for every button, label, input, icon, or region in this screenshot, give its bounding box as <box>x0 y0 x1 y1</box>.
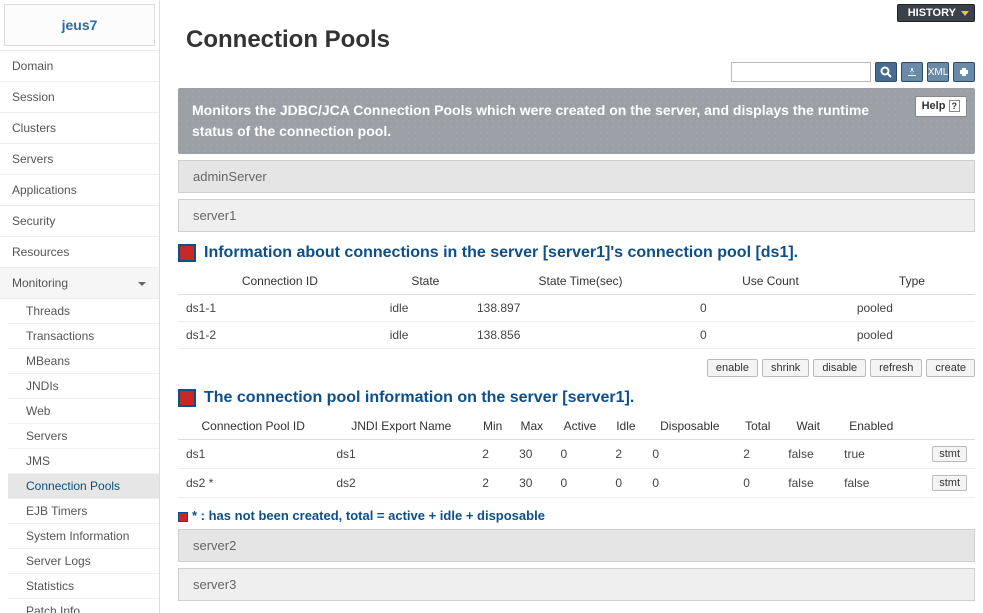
sub-patch-info[interactable]: Patch Info <box>8 599 159 613</box>
brand-logo[interactable]: jeus7 <box>4 4 155 46</box>
col-state-time: State Time(sec) <box>469 268 692 295</box>
xml-icon[interactable]: XML <box>927 62 949 82</box>
sub-statistics[interactable]: Statistics <box>8 574 159 599</box>
table-row[interactable]: ds1 ds1 2 30 0 2 0 2 false true stmt <box>178 440 975 469</box>
sub-server-logs[interactable]: Server Logs <box>8 549 159 574</box>
section-icon <box>178 389 196 407</box>
topbar: HISTORY <box>178 4 975 22</box>
col-wait: Wait <box>780 413 836 440</box>
section1-title-text: Information about connections in the ser… <box>204 244 798 262</box>
description-banner: Monitors the JDBC/JCA Connection Pools w… <box>178 88 975 154</box>
col-use-count: Use Count <box>692 268 849 295</box>
nav-label: Servers <box>12 152 53 166</box>
page-title: Connection Pools <box>186 26 975 54</box>
col-conn-id: Connection ID <box>178 268 382 295</box>
nav-label: Session <box>12 90 55 104</box>
col-active: Active <box>553 413 608 440</box>
section1-title: Information about connections in the ser… <box>178 244 975 262</box>
nav-monitoring[interactable]: Monitoring <box>0 268 159 299</box>
stmt-button[interactable]: stmt <box>932 475 967 491</box>
table-row[interactable]: ds1-1 idle 138.897 0 pooled <box>178 295 975 322</box>
nav-label: Clusters <box>12 121 56 135</box>
section-icon <box>178 244 196 262</box>
server-row-admin[interactable]: adminServer <box>178 160 975 193</box>
sub-mbeans[interactable]: MBeans <box>8 349 159 374</box>
table-row[interactable]: ds2 * ds2 2 30 0 0 0 0 false false stmt <box>178 469 975 498</box>
sub-transactions[interactable]: Transactions <box>8 324 159 349</box>
sub-jms[interactable]: JMS <box>8 449 159 474</box>
action-buttons: enable shrink disable refresh create <box>178 359 975 377</box>
nav-label: Monitoring <box>12 276 68 290</box>
nav-security[interactable]: Security <box>0 206 159 237</box>
server-row-server2[interactable]: server2 <box>178 529 975 562</box>
server-row-server3[interactable]: server3 <box>178 568 975 601</box>
sub-threads[interactable]: Threads <box>8 299 159 324</box>
section2-title-text: The connection pool information on the s… <box>204 389 634 407</box>
footnote-text: * : has not been created, total = active… <box>192 508 545 523</box>
nav-servers[interactable]: Servers <box>0 144 159 175</box>
disable-button[interactable]: disable <box>813 359 866 377</box>
search-input[interactable] <box>731 62 871 82</box>
export-icon[interactable] <box>901 62 923 82</box>
chevron-down-icon <box>137 278 147 288</box>
toolbar: XML <box>178 62 975 82</box>
col-max: Max <box>511 413 552 440</box>
nav-label: Applications <box>12 183 77 197</box>
sub-web[interactable]: Web <box>8 399 159 424</box>
sub-connection-pools[interactable]: Connection Pools <box>8 474 159 499</box>
nav-session[interactable]: Session <box>0 82 159 113</box>
sub-jndis[interactable]: JNDIs <box>8 374 159 399</box>
col-type: Type <box>849 268 975 295</box>
description-text: Monitors the JDBC/JCA Connection Pools w… <box>192 102 869 139</box>
stmt-button[interactable]: stmt <box>932 446 967 462</box>
nav-applications[interactable]: Applications <box>0 175 159 206</box>
nav-clusters[interactable]: Clusters <box>0 113 159 144</box>
col-disposable: Disposable <box>644 413 735 440</box>
create-button[interactable]: create <box>926 359 975 377</box>
main-content: HISTORY Connection Pools XML Monitors th… <box>160 0 983 613</box>
footnote: * : has not been created, total = active… <box>178 508 975 523</box>
pools-table: Connection Pool ID JNDI Export Name Min … <box>178 413 975 498</box>
sub-system-information[interactable]: System Information <box>8 524 159 549</box>
col-idle: Idle <box>607 413 644 440</box>
sub-ejb-timers[interactable]: EJB Timers <box>8 499 159 524</box>
nav-label: Resources <box>12 245 69 259</box>
col-state: State <box>382 268 469 295</box>
col-pool-id: Connection Pool ID <box>178 413 328 440</box>
enable-button[interactable]: enable <box>707 359 758 377</box>
refresh-button[interactable]: refresh <box>870 359 922 377</box>
sub-servers[interactable]: Servers <box>8 424 159 449</box>
footnote-icon <box>178 512 188 522</box>
help-button[interactable]: Help ? <box>915 96 967 117</box>
nav-label: Domain <box>12 59 53 73</box>
shrink-button[interactable]: shrink <box>762 359 809 377</box>
col-actions <box>906 413 975 440</box>
col-enabled: Enabled <box>836 413 906 440</box>
main-nav: Domain Session Clusters Servers Applicat… <box>0 50 159 613</box>
connections-table: Connection ID State State Time(sec) Use … <box>178 268 975 349</box>
history-button[interactable]: HISTORY <box>897 4 975 22</box>
monitoring-subnav: Threads Transactions MBeans JNDIs Web Se… <box>0 299 159 613</box>
nav-resources[interactable]: Resources <box>0 237 159 268</box>
brand-text: jeus7 <box>62 17 98 33</box>
nav-label: Security <box>12 214 55 228</box>
col-total: Total <box>735 413 780 440</box>
print-icon[interactable] <box>953 62 975 82</box>
table-row[interactable]: ds1-2 idle 138.856 0 pooled <box>178 322 975 349</box>
col-min: Min <box>474 413 511 440</box>
section2-title: The connection pool information on the s… <box>178 389 975 407</box>
server-row-server1[interactable]: server1 <box>178 199 975 232</box>
col-jndi: JNDI Export Name <box>328 413 474 440</box>
sidebar: jeus7 Domain Session Clusters Servers Ap… <box>0 0 160 613</box>
search-icon[interactable] <box>875 62 897 82</box>
nav-domain[interactable]: Domain <box>0 51 159 82</box>
